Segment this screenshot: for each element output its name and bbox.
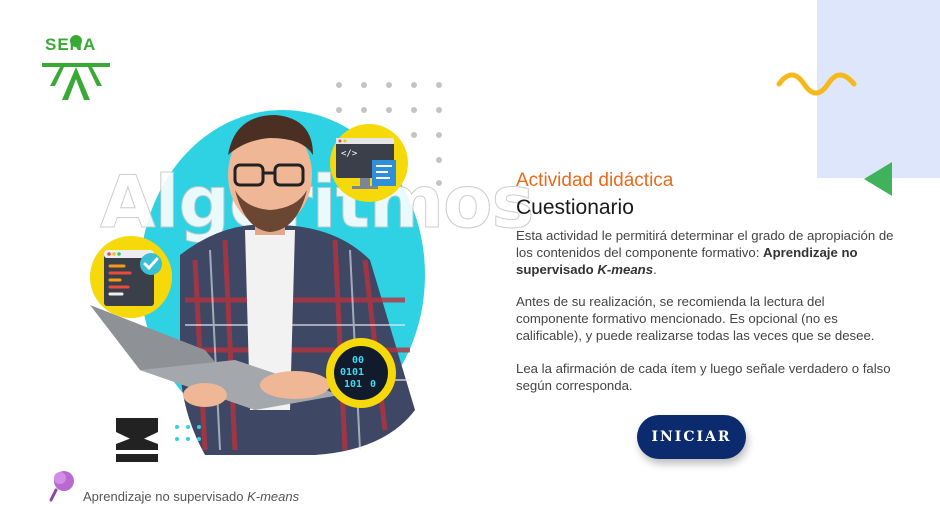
svg-text:0: 0 (370, 379, 376, 390)
recommendation-text: Antes de su realización, se recomienda l… (516, 294, 875, 343)
description-component-italic: K-means (597, 261, 654, 277)
monitor-code-icon: </> (336, 138, 396, 189)
footer-topic: Aprendizaje no supervisado K-means (83, 489, 299, 504)
description-period: . (653, 261, 657, 277)
binary-bubble: 00 0101 101 0 (326, 338, 396, 408)
m-logo-icon (116, 418, 158, 462)
activity-info: Actividad didáctica Cuestionario Esta ac… (516, 170, 896, 394)
svg-text:0101: 0101 (340, 367, 364, 378)
svg-text:</>: </> (341, 149, 358, 159)
code-check-bubble (90, 236, 172, 318)
activity-title: Cuestionario (516, 196, 634, 219)
squiggle-icon (776, 72, 857, 96)
decorative-small-dots (175, 425, 201, 441)
binary-icon: 00 0101 101 0 (334, 346, 388, 400)
activity-kicker: Actividad didáctica (516, 170, 674, 191)
footer-topic-italic: K-means (247, 489, 300, 504)
pushpin-icon (49, 471, 74, 502)
instructions-text: Lea la afirmación de cada ítem y luego s… (516, 360, 891, 393)
activity-description: Esta actividad le permitirá determinar e… (516, 228, 896, 394)
svg-text:00: 00 (352, 355, 364, 366)
dev-screen-bubble: </> (330, 124, 408, 202)
svg-text:101: 101 (344, 379, 362, 390)
footer-topic-text: Aprendizaje no supervisado (83, 489, 248, 504)
start-button[interactable]: INICIAR (637, 415, 746, 459)
sena-wordmark: SENA (45, 35, 97, 54)
code-window-icon (104, 250, 162, 306)
